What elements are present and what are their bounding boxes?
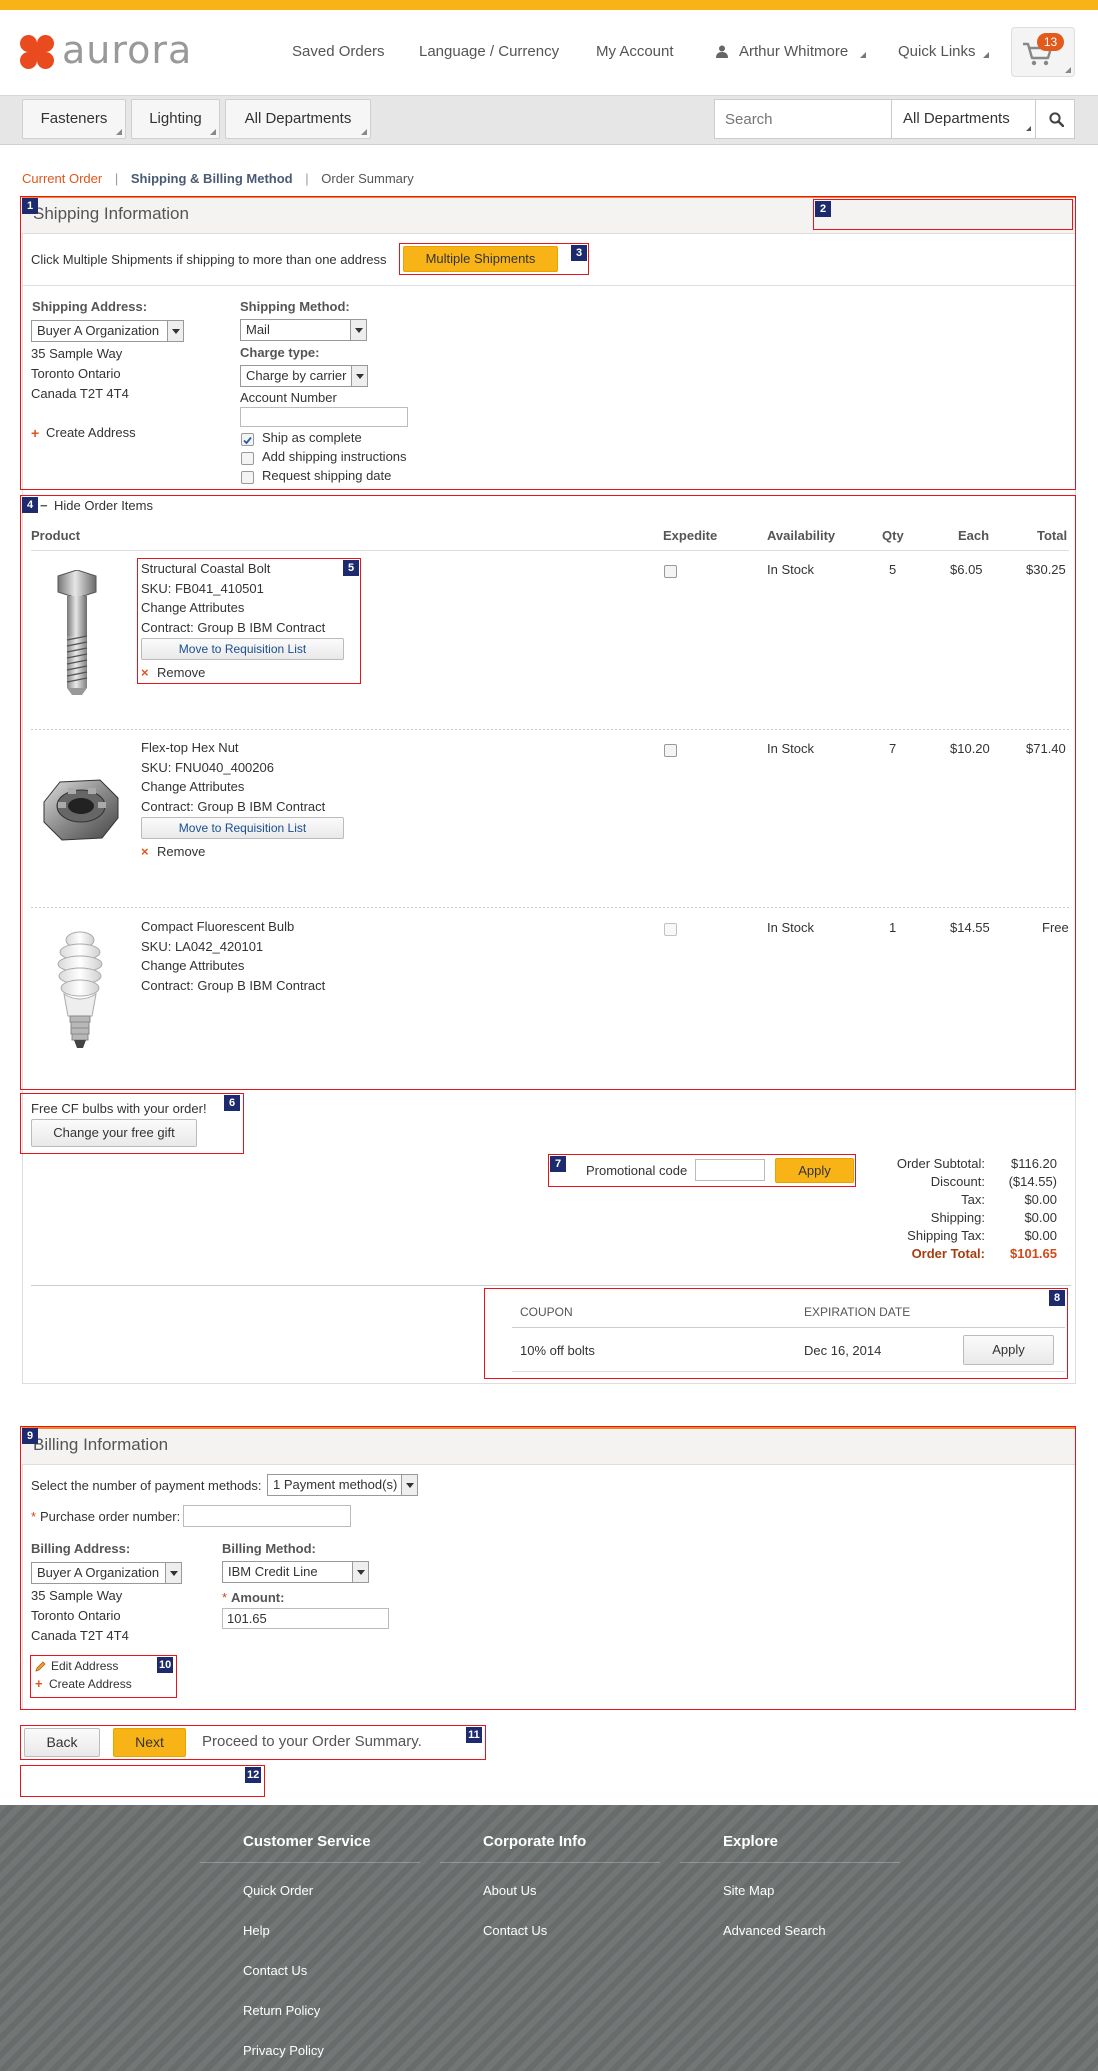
footer-link[interactable]: Help <box>243 1923 270 1938</box>
annotation-box <box>20 1725 486 1760</box>
annotation-badge: 7 <box>550 1156 566 1172</box>
annotation-badge: 3 <box>571 245 587 261</box>
cart-caret-icon <box>1065 67 1071 73</box>
saved-orders-link[interactable]: Saved Orders <box>292 43 385 60</box>
user-menu-caret-icon <box>860 52 866 58</box>
annotation-badge: 4 <box>22 497 38 513</box>
totals-value: ($14.55) <box>1008 1174 1057 1189</box>
quick-links-menu[interactable]: Quick Links <box>898 43 976 60</box>
user-icon <box>716 45 728 58</box>
dept-caret-icon <box>361 129 367 135</box>
annotation-box <box>20 1426 1076 1710</box>
search-icon[interactable] <box>1049 112 1064 127</box>
annotation-box <box>20 1093 244 1154</box>
footer-link[interactable]: Advanced Search <box>723 1923 826 1938</box>
annotation-box <box>20 196 1076 490</box>
annotation-badge: 2 <box>815 201 831 217</box>
footer-link[interactable]: Quick Order <box>243 1883 313 1898</box>
logo-text[interactable]: aurora <box>62 28 192 72</box>
annotation-badge: 6 <box>224 1095 240 1111</box>
breadcrumb-current-order[interactable]: Current Order <box>22 171 102 186</box>
totals-label: Tax: <box>961 1192 985 1207</box>
footer-link[interactable]: Return Policy <box>243 2003 320 2018</box>
user-menu[interactable]: Arthur Whitmore <box>739 43 848 60</box>
quick-links-caret-icon <box>983 52 989 58</box>
footer-link[interactable]: About Us <box>483 1883 536 1898</box>
annotation-box <box>484 1288 1068 1379</box>
totals-label: Shipping: <box>930 1210 985 1225</box>
discount-link[interactable]: Discount: <box>931 1174 985 1189</box>
search-scope-caret-icon <box>1026 126 1031 131</box>
dept-caret-icon <box>210 129 216 135</box>
annotation-box <box>137 558 361 684</box>
annotation-badge: 9 <box>22 1428 38 1444</box>
language-currency-link[interactable]: Language / Currency <box>419 43 559 60</box>
breadcrumb-order-summary[interactable]: Order Summary <box>321 171 413 186</box>
totals-value: $0.00 <box>1024 1228 1057 1243</box>
top-accent-stripe <box>0 0 1098 10</box>
dept-caret-icon <box>116 129 122 135</box>
footer-link[interactable]: Privacy Policy <box>243 2043 324 2058</box>
footer-heading: Customer Service <box>243 1833 371 1850</box>
footer-link[interactable]: Contact Us <box>483 1923 547 1938</box>
totals-value: $0.00 <box>1024 1192 1057 1207</box>
annotation-badge: 1 <box>22 198 38 214</box>
dept-lighting[interactable]: Lighting <box>131 99 220 139</box>
search-input[interactable] <box>715 100 890 138</box>
footer-heading: Corporate Info <box>483 1833 587 1850</box>
annotation-box <box>30 1655 177 1698</box>
totals-label: Order Subtotal: <box>896 1156 985 1171</box>
totals-value: $116.20 <box>1010 1156 1057 1171</box>
annotation-box <box>399 243 589 275</box>
totals-value: $0.00 <box>1024 1210 1057 1225</box>
search-scope-select[interactable]: All Departments <box>903 110 1010 127</box>
cart-count-badge: 13 <box>1037 33 1064 51</box>
footer-link[interactable]: Contact Us <box>243 1963 307 1978</box>
order-total-label: Order Total: <box>911 1246 985 1261</box>
annotation-badge: 11 <box>466 1727 482 1743</box>
annotation-badge: 5 <box>343 560 359 576</box>
annotation-badge: 8 <box>1049 1290 1065 1306</box>
breadcrumb: Current Order | Shipping & Billing Metho… <box>22 171 414 186</box>
footer-heading: Explore <box>723 1833 779 1850</box>
annotation-badge: 12 <box>245 1767 262 1783</box>
dept-fasteners[interactable]: Fasteners <box>22 99 126 139</box>
footer-link[interactable]: Site Map <box>723 1883 774 1898</box>
order-total-value: $101.65 <box>1010 1246 1057 1261</box>
my-account-link[interactable]: My Account <box>596 43 674 60</box>
aurora-logo-icon[interactable] <box>20 35 54 69</box>
annotation-box <box>548 1154 856 1187</box>
dept-all-departments[interactable]: All Departments <box>225 99 371 139</box>
annotation-box <box>813 199 1073 230</box>
totals-label: Shipping Tax: <box>907 1228 985 1243</box>
search-bar: All Departments <box>714 99 1075 139</box>
breadcrumb-shipping-billing: Shipping & Billing Method <box>130 171 293 186</box>
annotation-box <box>20 1765 265 1797</box>
annotation-badge: 10 <box>157 1657 174 1673</box>
